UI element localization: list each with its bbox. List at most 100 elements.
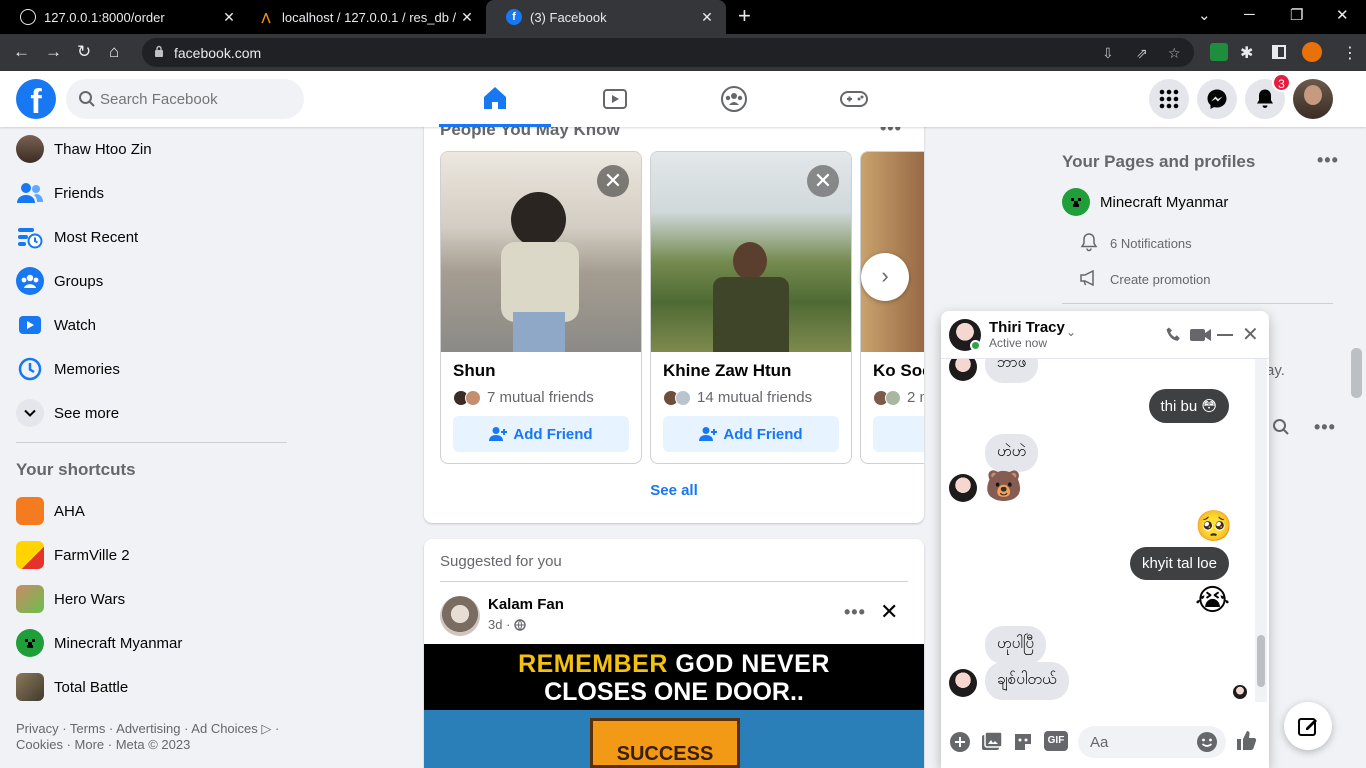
close-tab-icon[interactable]: ✕ — [220, 9, 238, 26]
close-window-button[interactable]: ✕ — [1336, 6, 1349, 24]
post-time[interactable]: 3d · — [488, 617, 510, 632]
bookmark-star-icon[interactable]: ☆ — [1168, 45, 1181, 62]
back-button[interactable]: ← — [13, 42, 30, 62]
thumbs-up-icon[interactable] — [1235, 729, 1257, 751]
restore-window-button[interactable]: ❐ — [1290, 6, 1303, 24]
photo-icon[interactable] — [981, 731, 1003, 753]
sidebar-item-groups[interactable]: Groups — [8, 259, 292, 303]
video-call-icon[interactable] — [1189, 327, 1213, 343]
close-chat-icon[interactable]: ✕ — [1242, 322, 1259, 347]
sidebar-item-profile[interactable]: Thaw Htoo Zin — [8, 127, 292, 171]
extensions-puzzle-icon[interactable]: ✱ — [1240, 43, 1253, 63]
see-all-link[interactable]: See all — [424, 482, 924, 499]
menu-kebab-icon[interactable]: ⋮ — [1342, 43, 1358, 63]
notifications-link[interactable]: 6 Notifications — [1110, 236, 1192, 251]
message-emoji-incoming[interactable]: 🐻 — [985, 471, 1022, 503]
sticker-icon[interactable] — [1012, 731, 1034, 753]
messenger-button[interactable] — [1197, 79, 1237, 119]
message-outgoing[interactable]: khyit tal loe — [1129, 547, 1229, 580]
dismiss-suggestion-button[interactable]: ✕ — [807, 165, 839, 197]
more-options-icon[interactable]: ••• — [1317, 150, 1339, 171]
message-incoming[interactable]: ချစ်ပါတယ် — [985, 662, 1069, 700]
dismiss-suggestion-button[interactable]: ✕ — [597, 165, 629, 197]
chevron-down-icon[interactable]: ⌄ — [1066, 325, 1076, 339]
chat-contact-name[interactable]: Thiri Tracy — [989, 319, 1065, 336]
new-message-button[interactable] — [1284, 702, 1332, 750]
author-avatar[interactable] — [440, 596, 480, 636]
close-tab-icon[interactable]: ✕ — [458, 9, 476, 26]
footer-line-1[interactable]: Privacy · Terms · Advertising · Ad Choic… — [16, 721, 296, 737]
search-box[interactable] — [66, 79, 304, 119]
phone-icon[interactable] — [1165, 326, 1183, 344]
nav-gaming-tab[interactable] — [798, 71, 910, 127]
minimize-window-button[interactable]: ─ — [1244, 6, 1255, 23]
plus-circle-icon[interactable] — [949, 731, 971, 753]
footer-line-2[interactable]: Cookies · More · Meta © 2023 — [16, 737, 296, 753]
notifications-button[interactable]: 3 — [1245, 73, 1291, 119]
person-card-khine-zaw-htun[interactable]: ✕ Khine Zaw Htun 14 mutual friends Add F… — [650, 151, 852, 464]
shortcut-minecraft-myanmar[interactable]: Minecraft Myanmar — [8, 621, 292, 665]
sidebar-item-watch[interactable]: Watch — [8, 303, 292, 347]
more-options-icon[interactable]: ••• — [844, 602, 866, 623]
message-emoji-outgoing[interactable]: 😭 — [1195, 585, 1230, 617]
sidebar-item-most-recent[interactable]: Most Recent — [8, 215, 292, 259]
minimize-chat-icon[interactable] — [1217, 334, 1233, 336]
add-friend-button[interactable]: Add Friend — [453, 416, 629, 452]
minecraft-icon[interactable] — [1062, 188, 1090, 216]
sidebar-item-see-more[interactable]: See more — [8, 391, 292, 435]
shortcut-farmville[interactable]: FarmVille 2 — [8, 533, 292, 577]
next-chevron-button[interactable]: › — [861, 253, 909, 301]
emoji-icon[interactable] — [1196, 731, 1218, 753]
browser-tab-facebook[interactable]: f (3) Facebook ✕ — [486, 0, 726, 34]
page-name[interactable]: Minecraft Myanmar — [1100, 194, 1228, 211]
message-incoming[interactable]: ဟုပါပြီ — [985, 626, 1046, 664]
shortcut-total-battle[interactable]: Total Battle — [8, 665, 292, 709]
menu-grid-button[interactable] — [1149, 79, 1189, 119]
profile-icon[interactable] — [1302, 42, 1322, 62]
install-icon[interactable]: ⇩ — [1102, 45, 1114, 62]
post-image[interactable]: REMEMBER GOD NEVER CLOSES ONE DOOR.. SUC… — [424, 644, 924, 768]
shortcut-aha[interactable]: AHA — [8, 489, 292, 533]
create-promotion-link[interactable]: Create promotion — [1110, 272, 1210, 287]
nav-watch-tab[interactable] — [559, 71, 671, 127]
close-icon[interactable]: ✕ — [880, 599, 898, 625]
message-incoming[interactable]: ဟဲဟဲ — [985, 434, 1039, 472]
browser-tab-phpmyadmin[interactable]: ⋀ localhost / 127.0.0.1 / res_db / or ✕ — [238, 0, 486, 34]
shortcut-hero-wars[interactable]: Hero Wars — [8, 577, 292, 621]
home-button[interactable]: ⌂ — [109, 42, 119, 62]
person-card-ko-soe[interactable]: Ko Soe 2 m — [860, 151, 924, 464]
page-scrollbar[interactable] — [1351, 348, 1362, 398]
tab-search-icon[interactable]: ⌄ — [1198, 6, 1211, 24]
search-input[interactable] — [100, 79, 296, 119]
person-name[interactable]: Khine Zaw Htun — [663, 361, 791, 381]
message-emoji-outgoing[interactable]: 🥺 — [1195, 511, 1232, 543]
extension-icon[interactable] — [1210, 43, 1228, 61]
more-options-icon[interactable]: ••• — [1314, 417, 1336, 438]
reload-button[interactable]: ↻ — [77, 42, 91, 62]
forward-button[interactable]: → — [45, 42, 62, 62]
person-name[interactable]: Shun — [453, 361, 496, 381]
person-name[interactable]: Ko Soe — [873, 361, 924, 381]
chat-header[interactable]: Thiri Tracy Active now ⌄ ✕ — [941, 311, 1269, 359]
close-tab-icon[interactable]: ✕ — [698, 9, 716, 26]
message-incoming[interactable]: ဘာဖ — [985, 359, 1039, 383]
search-icon[interactable] — [1272, 418, 1290, 441]
side-panel-icon[interactable] — [1272, 45, 1286, 59]
share-icon[interactable]: ⇗ — [1136, 45, 1148, 62]
account-avatar[interactable] — [1293, 79, 1333, 119]
nav-groups-tab[interactable] — [678, 71, 790, 127]
sidebar-item-memories[interactable]: Memories — [8, 347, 292, 391]
new-tab-button[interactable]: + — [738, 5, 751, 27]
facebook-logo[interactable]: f — [16, 79, 56, 119]
address-bar[interactable]: facebook.com ⇩ ⇗ ☆ — [142, 38, 1194, 67]
person-card-shun[interactable]: ✕ Shun 7 mutual friends Add Friend — [440, 151, 642, 464]
browser-tab-order[interactable]: 127.0.0.1:8000/order ✕ — [0, 0, 248, 34]
sidebar-item-friends[interactable]: Friends — [8, 171, 292, 215]
message-outgoing[interactable]: thi bu 😳 — [1148, 389, 1229, 423]
add-friend-button[interactable]: Add Friend — [663, 416, 839, 452]
chat-scroll-thumb[interactable] — [1257, 635, 1265, 687]
add-friend-button[interactable] — [873, 416, 924, 452]
chat-scroll-track[interactable] — [1255, 359, 1267, 702]
nav-home-tab[interactable] — [439, 71, 551, 127]
gif-icon[interactable]: GIF — [1044, 731, 1068, 751]
